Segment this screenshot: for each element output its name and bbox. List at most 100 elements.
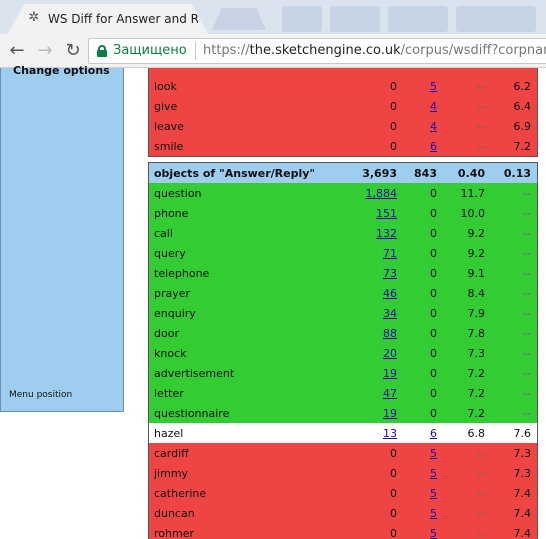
- browser-toolbar: ← → ↻ Защищено https://the.sketchengine.…: [0, 34, 546, 68]
- frequency-link[interactable]: 4: [430, 120, 437, 133]
- table-row: letter 47 0 7.2 --: [149, 383, 537, 403]
- objects-table: objects of "Answer/Reply" 3,693 843 0.40…: [148, 162, 538, 539]
- cell-c2-wrapper: 6: [430, 140, 437, 153]
- frequency-link[interactable]: 5: [430, 527, 437, 539]
- collocate-word: phone: [154, 207, 189, 220]
- forward-arrow-icon[interactable]: →: [34, 40, 56, 62]
- collocate-word: leave: [154, 120, 184, 133]
- frequency-link[interactable]: 151: [376, 207, 397, 220]
- cell-c2-wrapper: 5: [430, 467, 437, 480]
- table-row: duncan 0 5 -- 7.4: [149, 503, 537, 523]
- cell-c1: 0: [390, 467, 397, 480]
- background-tab[interactable]: [456, 6, 536, 32]
- cell-c4: --: [523, 387, 531, 400]
- url-separator: [195, 42, 196, 60]
- cell-c4: --: [523, 287, 531, 300]
- header-freq2: 843: [414, 167, 437, 180]
- background-tab[interactable]: [388, 6, 448, 32]
- cell-c2-wrapper: 4: [430, 100, 437, 113]
- cell-c2-wrapper: 5: [430, 80, 437, 93]
- frequency-link[interactable]: 47: [383, 387, 397, 400]
- table-row-cut: [149, 68, 537, 76]
- cell-c3: 7.9: [467, 307, 486, 320]
- cell-c4: --: [523, 207, 531, 220]
- table-row: hazel 13 6 6.8 7.6: [149, 423, 537, 443]
- menu-position-label[interactable]: Menu position: [9, 390, 72, 400]
- frequency-link[interactable]: 46: [383, 287, 397, 300]
- frequency-link[interactable]: 6: [430, 140, 437, 153]
- cell-c2: 0: [430, 187, 437, 200]
- header-score2: 0.13: [503, 167, 531, 180]
- background-tab[interactable]: [330, 6, 380, 32]
- cell-c3: --: [477, 527, 485, 539]
- browser-tab-active[interactable]: ✲ WS Diff for Answer and R: [8, 4, 208, 34]
- frequency-link[interactable]: 5: [430, 467, 437, 480]
- collocate-word: question: [154, 187, 202, 200]
- frequency-link[interactable]: 73: [383, 267, 397, 280]
- tab-strip: ✲ WS Diff for Answer and R: [0, 0, 546, 34]
- frequency-link[interactable]: 1,884: [366, 187, 398, 200]
- lock-icon: [97, 45, 107, 57]
- cell-c3: 7.2: [467, 407, 486, 420]
- table-row: smile 0 6 -- 7.2: [149, 136, 537, 156]
- cell-c2: 0: [430, 327, 437, 340]
- cell-c4: 7.6: [513, 427, 532, 440]
- frequency-link[interactable]: 6: [430, 427, 437, 440]
- cell-c1: 0: [390, 527, 397, 539]
- cell-c2: 0: [430, 247, 437, 260]
- collocate-word: duncan: [154, 507, 195, 520]
- cell-c3: --: [477, 507, 485, 520]
- collocate-word: cardiff: [154, 447, 189, 460]
- frequency-link[interactable]: 5: [430, 487, 437, 500]
- collocate-word: catherine: [154, 487, 207, 500]
- header-relation: objects of "Answer/Reply": [154, 167, 316, 180]
- cell-c2: 0: [430, 227, 437, 240]
- cell-c1-wrapper: 34: [383, 307, 397, 320]
- cell-c3: --: [477, 140, 485, 153]
- table-row: door 88 0 7.8 --: [149, 323, 537, 343]
- cell-c4: --: [523, 247, 531, 260]
- new-tab-button[interactable]: [212, 8, 266, 30]
- frequency-link[interactable]: 132: [376, 227, 397, 240]
- table-row: rohmer 0 5 -- 7.4: [149, 523, 537, 539]
- cell-c3: 9.2: [467, 247, 486, 260]
- table-row: questionnaire 19 0 7.2 --: [149, 403, 537, 423]
- frequency-link[interactable]: 5: [430, 507, 437, 520]
- cell-c2: 0: [430, 387, 437, 400]
- frequency-link[interactable]: 4: [430, 100, 437, 113]
- frequency-link[interactable]: 19: [383, 367, 397, 380]
- address-bar[interactable]: Защищено https://the.sketchengine.co.uk/…: [88, 38, 546, 64]
- collocate-word: smile: [154, 140, 184, 153]
- cell-c3: 10.0: [460, 207, 486, 220]
- cell-c3: 8.4: [467, 287, 486, 300]
- cell-c1-wrapper: 71: [383, 247, 397, 260]
- frequency-link[interactable]: 71: [383, 247, 397, 260]
- table-row: query 71 0 9.2 --: [149, 243, 537, 263]
- table-row: enquiry 34 0 7.9 --: [149, 303, 537, 323]
- reload-icon[interactable]: ↻: [62, 40, 84, 62]
- frequency-link[interactable]: 20: [383, 347, 397, 360]
- cell-c4: 6.9: [513, 120, 532, 133]
- background-tab[interactable]: [282, 6, 322, 32]
- frequency-link[interactable]: 88: [383, 327, 397, 340]
- cell-c4: --: [523, 267, 531, 280]
- frequency-link[interactable]: 19: [383, 407, 397, 420]
- frequency-link[interactable]: 13: [383, 427, 397, 440]
- frequency-link[interactable]: 5: [430, 80, 437, 93]
- cell-c3: --: [477, 100, 485, 113]
- url-text: https://the.sketchengine.co.uk/corpus/ws…: [203, 43, 546, 58]
- change-options-link[interactable]: Change options: [13, 64, 110, 77]
- cell-c3: 11.7: [460, 187, 486, 200]
- cell-c1: 0: [390, 80, 397, 93]
- cell-c3: --: [477, 487, 485, 500]
- frequency-link[interactable]: 34: [383, 307, 397, 320]
- table-row: phone 151 0 10.0 --: [149, 203, 537, 223]
- cell-c2: 0: [430, 307, 437, 320]
- cell-c3: 7.3: [467, 347, 486, 360]
- table-row: advertisement 19 0 7.2 --: [149, 363, 537, 383]
- back-arrow-icon[interactable]: ←: [6, 40, 28, 62]
- cell-c4: 6.4: [513, 100, 532, 113]
- table-row: jimmy 0 5 -- 7.3: [149, 463, 537, 483]
- frequency-link[interactable]: 5: [430, 447, 437, 460]
- cell-c2: 0: [430, 287, 437, 300]
